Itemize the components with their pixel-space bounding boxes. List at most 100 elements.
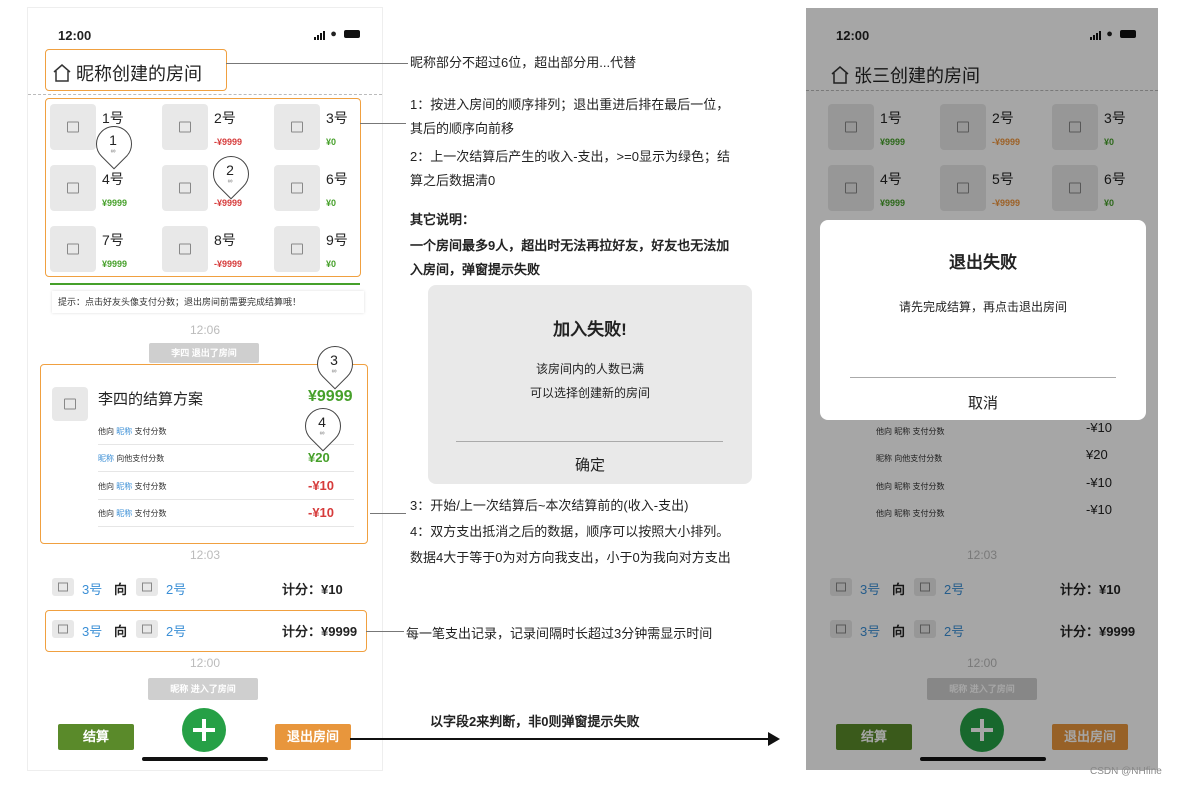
- link-icon: ∞: [110, 148, 116, 155]
- add-button[interactable]: [182, 708, 226, 752]
- image-icon: [179, 121, 191, 133]
- note-other-heading: 其它说明：: [410, 208, 475, 232]
- note-exit-check-text: 以字段2来判断，非0则弹窗提示失败: [430, 714, 640, 729]
- arrow-head-icon: [768, 732, 780, 746]
- left-phone: 12:00 ● 昵称创建的房间 1号 2号 -¥9999 3号 ¥0 4号 ¥9999 -¥9…: [28, 8, 382, 770]
- settle-button[interactable]: 结算: [58, 724, 134, 750]
- annotation-pin-number: 2: [226, 162, 234, 178]
- member-value: ¥9999: [102, 198, 128, 208]
- image-icon: [67, 243, 79, 255]
- member-avatar[interactable]: [274, 104, 320, 150]
- timestamp: 12:06: [189, 323, 221, 337]
- note-2a: 2：上一次结算后产生的收入-支出，>=0显示为绿色；结: [410, 149, 730, 164]
- grid-underline: [50, 283, 360, 285]
- member-avatar[interactable]: [162, 104, 208, 150]
- dialog-divider: [850, 377, 1116, 378]
- status-icons: ●: [314, 28, 360, 41]
- join-failed-dialog: 加入失败! 该房间内的人数已满 可以选择创建新的房间 确定: [428, 285, 752, 484]
- image-icon: [291, 182, 303, 194]
- image-icon: [67, 182, 79, 194]
- dialog-message: 请先完成结算，再点击退出房间: [898, 300, 1067, 314]
- record-score: 计分：¥10: [282, 582, 343, 597]
- link-icon: ∞: [319, 430, 325, 437]
- watermark: CSDN @NHfine: [1090, 766, 1162, 777]
- dialog-line-2: 可以选择创建新的房间: [529, 386, 650, 400]
- member-name: 4号: [102, 171, 124, 187]
- annotation-pin-number: 4: [318, 414, 326, 430]
- member-value: ¥0: [326, 198, 337, 208]
- row-nickname[interactable]: 昵称: [116, 482, 132, 491]
- image-icon: [142, 582, 152, 592]
- member-value: -¥9999: [214, 259, 243, 269]
- note-4b: 数据4大于等于0为对方向我支出，小于0为我向对方支出: [410, 550, 731, 565]
- settlement-total: ¥9999: [308, 388, 353, 405]
- row-prefix: 他向: [98, 482, 117, 491]
- row-nickname[interactable]: 昵称: [116, 427, 132, 436]
- member-value: ¥9999: [102, 259, 128, 269]
- note-other-heading-text: 其它说明：: [410, 212, 476, 227]
- row-suffix: 向他支付分数: [114, 454, 165, 463]
- member-name: 8号: [214, 232, 236, 248]
- battery-icon: [344, 30, 360, 39]
- home-icon[interactable]: [52, 63, 72, 83]
- annotation-pin-number: 3: [330, 352, 338, 368]
- note-capacity-a-text: 一个房间最多9人，超出时无法再拉好友，好友也无法加: [410, 238, 730, 253]
- member-name: 9号: [326, 232, 348, 248]
- settlement-row: 他向 昵称 支付分数: [98, 426, 166, 437]
- from-avatar[interactable]: [52, 578, 74, 596]
- member-avatar[interactable]: [50, 226, 96, 272]
- connector-line: [226, 63, 408, 64]
- note-capacity-b: 入房间，弹窗提示失败: [410, 258, 540, 282]
- wifi-icon: ●: [330, 28, 338, 40]
- member-name: 6号: [326, 171, 348, 187]
- member-avatar[interactable]: [50, 165, 96, 211]
- member-value: ¥0: [326, 259, 337, 269]
- system-message: 昵称 进入了房间: [148, 678, 258, 700]
- status-bar: 12:00 ●: [28, 8, 382, 54]
- member-value: ¥0: [326, 137, 337, 147]
- row-divider: [98, 526, 354, 527]
- status-time: 12:00: [58, 28, 92, 43]
- member-avatar[interactable]: [162, 165, 208, 211]
- to-name[interactable]: 2号: [166, 579, 186, 598]
- member-value: -¥9999: [214, 137, 243, 147]
- member-name: 3号: [326, 110, 348, 126]
- record-highlight-box: [45, 610, 367, 652]
- exit-room-button[interactable]: 退出房间: [275, 724, 351, 750]
- to-avatar[interactable]: [136, 578, 158, 596]
- image-icon: [67, 121, 79, 133]
- link-icon: ∞: [227, 178, 233, 185]
- direction-label: 向: [114, 582, 128, 597]
- member-avatar[interactable]: [162, 226, 208, 272]
- confirm-button[interactable]: 确定: [428, 454, 752, 475]
- cancel-button[interactable]: 取消: [820, 392, 1146, 413]
- member-value: -¥9999: [214, 198, 243, 208]
- connector-line: [366, 631, 404, 632]
- annotation-pin-number: 1: [109, 132, 117, 148]
- note-capacity-b-text: 入房间，弹窗提示失败: [410, 262, 541, 277]
- settlement-row: 昵称 向他支付分数: [98, 453, 164, 464]
- system-message: 李四 退出了房间: [149, 343, 259, 363]
- from-name[interactable]: 3号: [82, 579, 102, 598]
- note-capacity-a: 一个房间最多9人，超出时无法再拉好友，好友也无法加: [410, 234, 729, 258]
- row-prefix: 他向: [98, 427, 117, 436]
- row-nickname[interactable]: 昵称: [98, 454, 114, 463]
- image-icon: [64, 398, 76, 410]
- dialog-title: 退出失败: [949, 253, 1017, 272]
- row-nickname[interactable]: 昵称: [116, 509, 132, 518]
- timestamp: 12:03: [189, 548, 221, 562]
- home-indicator: [142, 757, 268, 761]
- note-records: 每一笔支出记录，记录间隔时长超过3分钟需显示时间: [406, 626, 713, 641]
- note-1b: 其后的顺序向前移: [410, 121, 515, 136]
- member-avatar[interactable]: [274, 165, 320, 211]
- note-3: 3：开始/上一次结算后~本次结算前的(收入-支出): [410, 498, 689, 513]
- member-avatar[interactable]: [50, 104, 96, 150]
- settlement-avatar[interactable]: [52, 387, 88, 421]
- member-name: 7号: [102, 232, 124, 248]
- record-row[interactable]: 3号向 2号 计分：¥10: [44, 569, 366, 605]
- image-icon: [179, 243, 191, 255]
- image-icon: [179, 182, 191, 194]
- member-avatar[interactable]: [274, 226, 320, 272]
- settlement-row: 他向 昵称 支付分数: [98, 508, 166, 519]
- image-icon: [291, 243, 303, 255]
